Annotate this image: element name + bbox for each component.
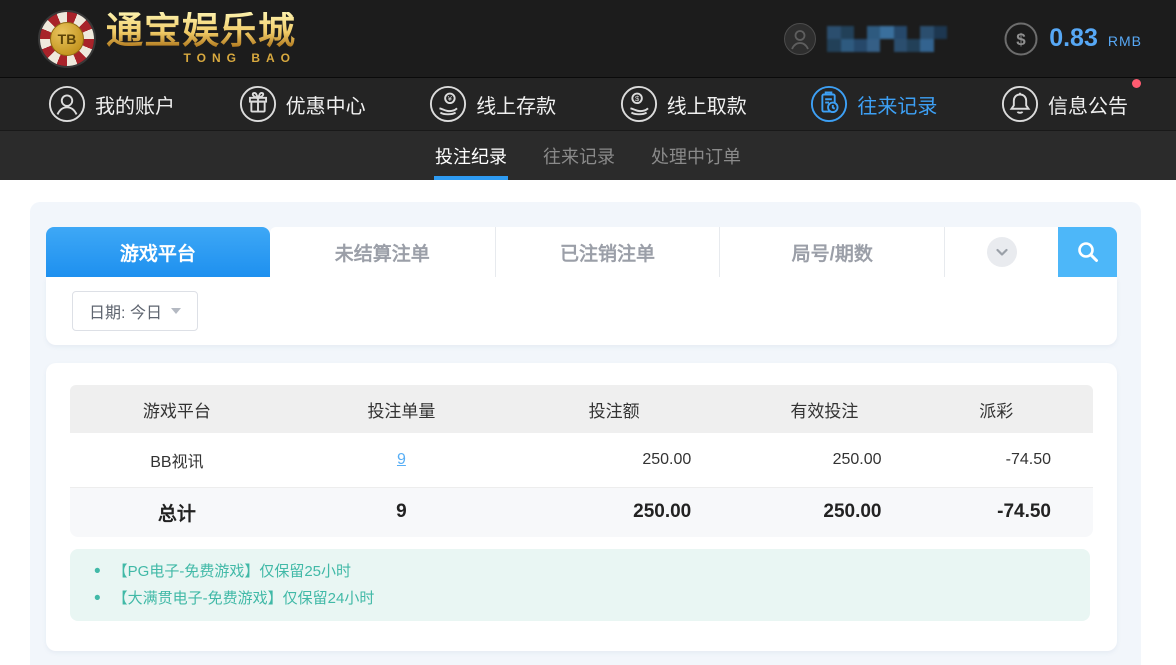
deposit-coin-icon: ¥ xyxy=(429,85,467,123)
nav-label: 优惠中心 xyxy=(285,95,366,118)
total-label: 总计 xyxy=(70,487,284,537)
brand-logo[interactable]: TB 通宝娱乐城 TONG BAO xyxy=(40,11,296,66)
cell-payout: -74.50 xyxy=(939,433,1093,488)
total-count: 9 xyxy=(283,487,520,537)
bet-count-link[interactable]: 9 xyxy=(397,451,406,468)
tab-unsettled-bets[interactable]: 未结算注单 xyxy=(269,227,495,277)
bell-icon xyxy=(1001,85,1039,123)
main-nav: 我的账户 优惠中心 ¥ 线上存款 $ 线上取款 往来记录 信息公告 xyxy=(0,77,1176,130)
withdraw-coin-icon: $ xyxy=(620,85,658,123)
chevron-down-icon xyxy=(986,237,1017,267)
nav-item-records[interactable]: 往来记录 xyxy=(810,85,937,123)
expand-filters-button[interactable] xyxy=(944,227,1059,277)
filter-card: 日期: 今日 xyxy=(46,277,1117,345)
tab-round-number[interactable]: 局号/期数 xyxy=(719,227,945,277)
cell-bet-amount: 250.00 xyxy=(519,433,750,488)
nav-label: 我的账户 xyxy=(95,95,175,118)
note-line: • 【大满贯电子-免费游戏】仅保留24小时 xyxy=(70,585,1090,612)
total-bet-amount: 250.00 xyxy=(519,487,750,537)
filter-tabstrip: 游戏平台 未结算注单 已注销注单 局号/期数 xyxy=(46,227,1118,277)
nav-item-promotions[interactable]: 优惠中心 xyxy=(239,85,366,123)
notification-dot xyxy=(1131,79,1141,88)
subnav-tab-processing-orders[interactable]: 处理中订单 xyxy=(651,131,741,180)
bullet-icon: • xyxy=(94,561,101,582)
user-area: $ 0.83 RMB xyxy=(783,21,1142,57)
date-filter-value: 日期: 今日 xyxy=(89,305,162,322)
balance-amount: 0.83 xyxy=(1049,24,1098,52)
dollar-icon: $ xyxy=(1004,22,1038,55)
col-header-bet-count: 投注单量 xyxy=(283,385,520,433)
bullet-icon: • xyxy=(94,588,101,609)
total-valid-bet: 250.00 xyxy=(749,487,940,537)
brand-name-en: TONG BAO xyxy=(183,51,296,65)
notes-box: • 【PG电子-免费游戏】仅保留25小时 • 【大满贯电子-免费游戏】仅保留24… xyxy=(70,549,1090,621)
sub-nav: 投注纪录 往来记录 处理中订单 xyxy=(0,130,1176,180)
tab-game-platform[interactable]: 游戏平台 xyxy=(46,227,270,277)
date-filter-select[interactable]: 日期: 今日 xyxy=(72,291,198,331)
subnav-tab-betting-records[interactable]: 投注纪录 xyxy=(434,131,508,180)
table-row: BB视讯 9 250.00 250.00 -74.50 xyxy=(70,433,1093,488)
user-avatar-icon[interactable] xyxy=(783,22,817,56)
note-text: 【大满贯电子-免费游戏】仅保留24小时 xyxy=(112,590,375,607)
nav-item-deposit[interactable]: ¥ 线上存款 xyxy=(429,85,556,123)
search-button[interactable] xyxy=(1058,227,1118,277)
tab-cancelled-bets[interactable]: 已注销注单 xyxy=(494,227,720,277)
subnav-tab-transaction-records[interactable]: 往来记录 xyxy=(543,131,615,180)
nav-item-announcements[interactable]: 信息公告 xyxy=(1001,79,1141,123)
nav-label: 线上取款 xyxy=(666,95,747,118)
balance[interactable]: $ 0.83 RMB xyxy=(1003,21,1142,57)
results-card: 游戏平台 投注单量 投注额 有效投注 派彩 BB视讯 9 250.00 250.… xyxy=(46,363,1117,651)
col-header-platform: 游戏平台 xyxy=(70,385,284,433)
nav-label: 信息公告 xyxy=(1047,95,1128,118)
col-header-valid-bet: 有效投注 xyxy=(749,385,940,433)
col-header-bet-amount: 投注额 xyxy=(519,385,750,433)
balance-currency: RMB xyxy=(1107,33,1142,49)
nav-item-my-account[interactable]: 我的账户 xyxy=(48,85,175,123)
magnifier-icon xyxy=(1077,242,1098,262)
content-panel: 游戏平台 未结算注单 已注销注单 局号/期数 日期: 今日 游戏平台 投注单量 … xyxy=(30,202,1141,665)
poker-chip-icon: TB xyxy=(40,11,94,66)
gift-icon xyxy=(239,85,277,123)
cell-valid-bet: 250.00 xyxy=(749,433,940,488)
nav-item-withdraw[interactable]: $ 线上取款 xyxy=(620,85,747,123)
brand-name-cn: 通宝娱乐城 xyxy=(106,10,296,51)
total-payout: -74.50 xyxy=(939,487,1093,537)
note-line: • 【PG电子-免费游戏】仅保留25小时 xyxy=(70,558,1090,585)
clipboard-clock-icon xyxy=(810,85,848,123)
table-header-row: 游戏平台 投注单量 投注额 有效投注 派彩 xyxy=(70,385,1093,433)
cell-platform: BB视讯 xyxy=(70,433,284,488)
note-text: 【PG电子-免费游戏】仅保留25小时 xyxy=(112,563,352,580)
caret-down-icon xyxy=(170,308,181,314)
user-icon xyxy=(48,85,86,123)
nav-label: 线上存款 xyxy=(476,95,557,118)
nav-label: 往来记录 xyxy=(857,95,938,118)
username-masked xyxy=(827,25,947,52)
table-total-row: 总计 9 250.00 250.00 -74.50 xyxy=(70,487,1093,537)
col-header-payout: 派彩 xyxy=(939,385,1093,433)
brand-text: 通宝娱乐城 TONG BAO xyxy=(106,12,296,65)
svg-text:$: $ xyxy=(1016,30,1026,49)
chip-monogram: TB xyxy=(50,21,84,56)
bet-summary-table: 游戏平台 投注单量 投注额 有效投注 派彩 BB视讯 9 250.00 250.… xyxy=(70,385,1093,537)
top-header: TB 通宝娱乐城 TONG BAO $ 0.83 RMB xyxy=(0,0,1176,77)
